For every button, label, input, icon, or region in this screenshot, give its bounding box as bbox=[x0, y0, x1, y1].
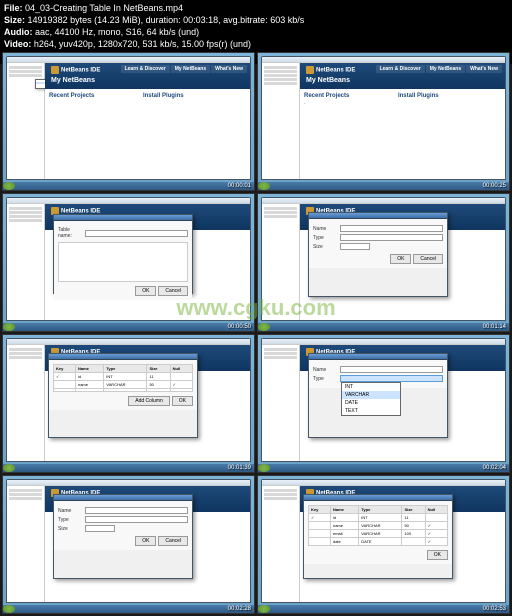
columns-table[interactable]: KeyNameTypeSizeNull ✓idINT11 nameVARCHAR… bbox=[53, 364, 193, 392]
create-table-dialog[interactable]: Table name: OKCancel bbox=[53, 214, 193, 294]
thumbnail-grid: NetBeans IDE Learn & DiscoverMy NetBeans… bbox=[0, 50, 512, 616]
table-name-input[interactable] bbox=[85, 230, 188, 237]
project-sidebar bbox=[7, 63, 45, 179]
add-column-dialog[interactable]: Name Type Size OKCancel bbox=[308, 212, 448, 297]
type-dropdown-dialog[interactable]: Name Type INTVARCHARDATETEXT bbox=[308, 353, 448, 438]
timestamp: 00:00:01 bbox=[228, 183, 251, 189]
ok-button[interactable]: OK bbox=[135, 286, 156, 296]
thumbnail-6: NetBeans IDE Name Type INTVARCHARDATETEX… bbox=[257, 334, 510, 473]
columns-table-dialog[interactable]: KeyNameTypeSizeNull ✓idINT11 nameVARCHAR… bbox=[48, 353, 198, 438]
thumbnail-7: NetBeans IDE Name Type Size OKCancel 00:… bbox=[2, 475, 255, 614]
thumbnail-1: NetBeans IDE Learn & DiscoverMy NetBeans… bbox=[2, 52, 255, 191]
thumbnail-5: NetBeans IDE KeyNameTypeSizeNull ✓idINT1… bbox=[2, 334, 255, 473]
taskbar bbox=[3, 182, 254, 190]
netbeans-banner: NetBeans IDE Learn & DiscoverMy NetBeans… bbox=[45, 63, 250, 89]
ide-window: NetBeans IDE Learn & DiscoverMy NetBeans… bbox=[6, 56, 251, 180]
thumbnail-8: NetBeans IDE KeyNameTypeSizeNull ✓idINT1… bbox=[257, 475, 510, 614]
thumbnail-2: NetBeans IDE Learn & DiscoverMy NetBeans… bbox=[257, 52, 510, 191]
cancel-button[interactable]: Cancel bbox=[158, 286, 188, 296]
type-options[interactable]: INTVARCHARDATETEXT bbox=[341, 382, 401, 416]
thumbnail-3: NetBeans IDE Table name: OKCancel 00:00:… bbox=[2, 193, 255, 332]
type-dropdown[interactable] bbox=[340, 375, 443, 382]
thumbnail-4: NetBeans IDE Name Type Size OKCancel 00:… bbox=[257, 193, 510, 332]
